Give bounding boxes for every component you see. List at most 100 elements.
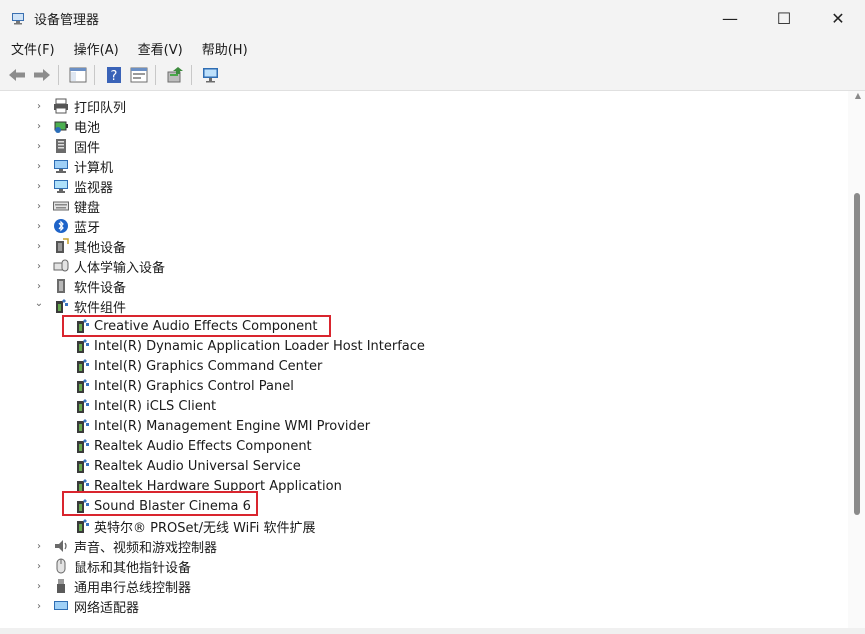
menu-help[interactable]: 帮助(H) <box>191 39 256 58</box>
software-component-icon <box>74 378 90 394</box>
back-button[interactable] <box>6 64 28 86</box>
tree-category-hid[interactable]: › 人体学输入设备 <box>33 256 165 276</box>
tree-device-label: Intel(R) Graphics Command Center <box>94 358 323 374</box>
tree-category-other-devices[interactable]: › 其他设备 <box>33 236 126 256</box>
tree-device-item[interactable]: Intel(R) Dynamic Application Loader Host… <box>74 336 425 356</box>
tree-category-battery[interactable]: › 电池 <box>33 116 100 136</box>
battery-icon <box>53 118 69 134</box>
tree-category-label: 固件 <box>74 140 101 156</box>
help-button[interactable]: ? <box>103 64 125 86</box>
update-driver-icon <box>167 67 183 83</box>
chevron-right-icon[interactable]: › <box>33 161 45 172</box>
tree-device-label: Intel(R) Graphics Control Panel <box>94 378 294 394</box>
tree-device-item[interactable]: Realtek Audio Universal Service <box>74 456 301 476</box>
tree-category-keyboard[interactable]: › 键盘 <box>33 196 100 216</box>
menu-file[interactable]: 文件(F) <box>0 39 63 58</box>
tree-category-printer[interactable]: › 打印队列 <box>33 96 126 116</box>
tree-category-label: 软件设备 <box>74 280 127 296</box>
chevron-down-icon[interactable]: ⌄ <box>33 298 45 309</box>
tree-category-sound[interactable]: › 声音、视频和游戏控制器 <box>33 536 217 556</box>
monitor-icon <box>53 178 69 194</box>
tree-device-item[interactable]: Intel(R) Graphics Command Center <box>74 356 322 376</box>
tree-category-label: 蓝牙 <box>74 220 101 236</box>
svg-text:?: ? <box>111 69 118 84</box>
title-bar: 设备管理器 — ☐ ✕ <box>0 0 865 36</box>
printer-icon <box>53 98 69 114</box>
tree-device-label: Intel(R) Management Engine WMI Provider <box>94 418 371 434</box>
chevron-right-icon[interactable]: › <box>33 601 45 612</box>
menu-action[interactable]: 操作(A) <box>63 39 127 58</box>
chevron-right-icon[interactable]: › <box>33 201 45 212</box>
update-driver-button[interactable] <box>164 64 186 86</box>
toolbar-separator <box>155 65 156 85</box>
tree-category-label: 电池 <box>74 120 101 136</box>
highlight-box <box>62 491 258 516</box>
bluetooth-icon <box>53 218 69 234</box>
hid-icon <box>53 258 69 274</box>
tree-category-label: 计算机 <box>74 160 114 176</box>
scan-hardware-button[interactable] <box>200 64 222 86</box>
tree-category-software-component[interactable]: ⌄ 软件组件 <box>33 296 126 316</box>
chevron-right-icon[interactable]: › <box>33 181 45 192</box>
software-component-icon <box>74 458 90 474</box>
device-manager-window: 设备管理器 — ☐ ✕ 文件(F) 操作(A) 查看(V) 帮助(H) ? › … <box>0 0 865 634</box>
help-icon: ? <box>107 67 121 84</box>
vertical-scrollbar[interactable]: ▲ <box>848 91 865 634</box>
toolbar-separator <box>58 65 59 85</box>
tree-device-item[interactable]: Intel(R) Management Engine WMI Provider <box>74 416 370 436</box>
keyboard-icon <box>53 198 69 214</box>
properties-button[interactable] <box>128 64 150 86</box>
tree-category-network[interactable]: › 网络适配器 <box>33 596 139 616</box>
highlight-box <box>62 315 331 337</box>
software-component-icon <box>74 398 90 414</box>
status-bar <box>0 628 865 634</box>
mouse-icon <box>53 558 69 574</box>
tree-device-label: Realtek Audio Universal Service <box>94 458 301 474</box>
maximize-icon: ☐ <box>776 8 792 28</box>
toolbar-separator <box>94 65 95 85</box>
tree-category-firmware[interactable]: › 固件 <box>33 136 100 156</box>
chevron-right-icon[interactable]: › <box>33 141 45 152</box>
software-device-icon <box>53 278 69 294</box>
tree-category-monitor[interactable]: › 监视器 <box>33 176 113 196</box>
tree-category-computer[interactable]: › 计算机 <box>33 156 113 176</box>
close-button[interactable]: ✕ <box>811 0 865 36</box>
chevron-right-icon[interactable]: › <box>33 221 45 232</box>
chevron-right-icon[interactable]: › <box>33 281 45 292</box>
minimize-button[interactable]: — <box>703 0 757 36</box>
computer-icon <box>53 158 69 174</box>
console-tree-icon <box>69 67 87 83</box>
tree-device-item[interactable]: Intel(R) Graphics Control Panel <box>74 376 294 396</box>
maximize-button[interactable]: ☐ <box>757 0 811 36</box>
tree-category-label: 打印队列 <box>74 100 127 116</box>
forward-button[interactable] <box>31 64 53 86</box>
chevron-right-icon[interactable]: › <box>33 101 45 112</box>
chevron-right-icon[interactable]: › <box>33 241 45 252</box>
tree-category-mouse[interactable]: › 鼠标和其他指针设备 <box>33 556 191 576</box>
chevron-right-icon[interactable]: › <box>33 541 45 552</box>
scrollbar-thumb[interactable] <box>854 193 860 515</box>
software-component-icon <box>74 418 90 434</box>
scroll-up-icon[interactable]: ▲ <box>855 91 861 100</box>
tree-category-label: 通用串行总线控制器 <box>74 580 192 596</box>
back-arrow-icon <box>9 69 25 81</box>
tree-category-label: 网络适配器 <box>74 600 140 616</box>
show-hide-console-tree-button[interactable] <box>67 64 89 86</box>
tree-device-item[interactable]: 英特尔® PROSet/无线 WiFi 软件扩展 <box>74 516 316 536</box>
chevron-right-icon[interactable]: › <box>33 581 45 592</box>
tree-device-label: 英特尔® PROSet/无线 WiFi 软件扩展 <box>94 520 316 536</box>
tree-category-usb[interactable]: › 通用串行总线控制器 <box>33 576 191 596</box>
tree-category-label: 监视器 <box>74 180 114 196</box>
menu-view[interactable]: 查看(V) <box>127 39 191 58</box>
forward-arrow-icon <box>34 69 50 81</box>
sound-icon <box>53 538 69 554</box>
tree-device-item[interactable]: Intel(R) iCLS Client <box>74 396 216 416</box>
tree-device-item[interactable]: Realtek Audio Effects Component <box>74 436 312 456</box>
chevron-right-icon[interactable]: › <box>33 261 45 272</box>
chevron-right-icon[interactable]: › <box>33 561 45 572</box>
tree-category-software-device[interactable]: › 软件设备 <box>33 276 126 296</box>
tree-device-label: Intel(R) Dynamic Application Loader Host… <box>94 338 425 354</box>
tree-category-label: 鼠标和其他指针设备 <box>74 560 192 576</box>
tree-category-bluetooth[interactable]: › 蓝牙 <box>33 216 100 236</box>
chevron-right-icon[interactable]: › <box>33 121 45 132</box>
